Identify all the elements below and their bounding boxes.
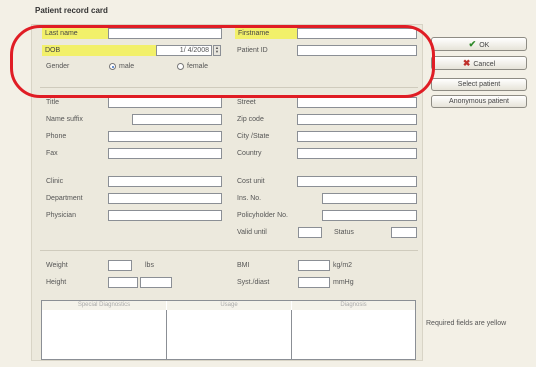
required-fields-note: Required fields are yellow — [426, 320, 507, 327]
firstname-input[interactable] — [297, 28, 417, 39]
cost-unit-input[interactable] — [297, 176, 417, 187]
title-input[interactable] — [108, 97, 222, 108]
clinic-input[interactable] — [108, 176, 222, 187]
country-label: Country — [237, 150, 262, 157]
weight-input[interactable] — [108, 260, 132, 271]
grid-header: Diagnosis — [292, 301, 415, 310]
physician-input[interactable] — [108, 210, 222, 221]
policyholder-no-label: Policyholder No. — [237, 212, 288, 219]
title-label: Title — [46, 99, 59, 106]
x-icon: ✖ — [462, 58, 471, 68]
bmi-label: BMI — [237, 262, 250, 269]
department-label: Department — [46, 195, 83, 202]
grid-header: Usage — [167, 301, 291, 310]
ins-no-label: Ins. No. — [237, 195, 262, 202]
bp-unit: mmHg — [333, 279, 354, 286]
syst-diast-input[interactable] — [298, 277, 330, 288]
patient-id-input[interactable] — [297, 45, 417, 56]
bmi-input[interactable] — [298, 260, 330, 271]
valid-until-label: Valid until — [237, 229, 267, 236]
diagnostics-grid[interactable]: Special Diagnostics Usage Diagnosis — [41, 300, 416, 360]
valid-until-input[interactable] — [298, 227, 322, 238]
gender-male-label: male — [119, 63, 135, 70]
last-name-input[interactable] — [108, 28, 222, 39]
height-input-secondary[interactable] — [140, 277, 172, 288]
country-input[interactable] — [297, 148, 417, 159]
ok-button-label: OK — [479, 42, 490, 49]
zip-code-label: Zip code — [237, 116, 264, 123]
patient-id-label: Patient ID — [237, 47, 268, 54]
street-label: Street — [237, 99, 256, 106]
street-input[interactable] — [297, 97, 417, 108]
window-title: Patient record card — [35, 6, 108, 15]
dob-label: DOB — [42, 45, 157, 56]
name-suffix-input[interactable] — [132, 114, 222, 125]
divider — [40, 87, 418, 88]
grid-header: Special Diagnostics — [42, 301, 166, 310]
height-input-primary[interactable] — [108, 277, 138, 288]
gender-female-radio[interactable] — [177, 63, 184, 70]
anonymous-patient-button[interactable]: Anonymous patient — [431, 95, 527, 108]
select-patient-button[interactable]: Select patient — [431, 78, 527, 91]
city-state-input[interactable] — [297, 131, 417, 142]
phone-input[interactable] — [108, 131, 222, 142]
zip-code-input[interactable] — [297, 114, 417, 125]
ok-button[interactable]: ✔ OK — [431, 37, 527, 51]
cancel-button-label: Cancel — [473, 61, 496, 68]
last-name-label: Last name — [42, 28, 109, 39]
physician-label: Physician — [46, 212, 76, 219]
grid-column-divider — [291, 310, 292, 359]
department-input[interactable] — [108, 193, 222, 204]
status-label: Status — [334, 229, 354, 236]
dob-spinner[interactable]: ▲ ▼ — [213, 45, 221, 56]
dob-input[interactable]: 1/ 4/2008 — [156, 45, 212, 56]
phone-label: Phone — [46, 133, 67, 140]
cost-unit-label: Cost unit — [237, 178, 265, 185]
syst-diast-label: Syst./diast — [237, 279, 270, 286]
gender-male-radio[interactable] — [109, 63, 116, 70]
weight-label: Weight — [46, 262, 68, 269]
height-label: Height — [46, 279, 67, 286]
check-icon: ✔ — [468, 39, 477, 49]
ins-no-input[interactable] — [322, 193, 417, 204]
name-suffix-label: Name suffix — [46, 116, 83, 123]
fax-label: Fax — [46, 150, 58, 157]
gender-label: Gender — [46, 63, 70, 70]
gender-female-label: female — [187, 63, 209, 70]
bmi-unit: kg/m2 — [333, 262, 353, 269]
firstname-label: Firstname — [235, 28, 298, 39]
divider — [40, 250, 418, 251]
policyholder-no-input[interactable] — [322, 210, 417, 221]
fax-input[interactable] — [108, 148, 222, 159]
grid-column-divider — [166, 310, 167, 359]
clinic-label: Clinic — [46, 178, 64, 185]
status-input[interactable] — [391, 227, 417, 238]
weight-unit: lbs — [145, 262, 154, 269]
cancel-button[interactable]: ✖ Cancel — [431, 56, 527, 70]
city-state-label: City /State — [237, 133, 270, 140]
